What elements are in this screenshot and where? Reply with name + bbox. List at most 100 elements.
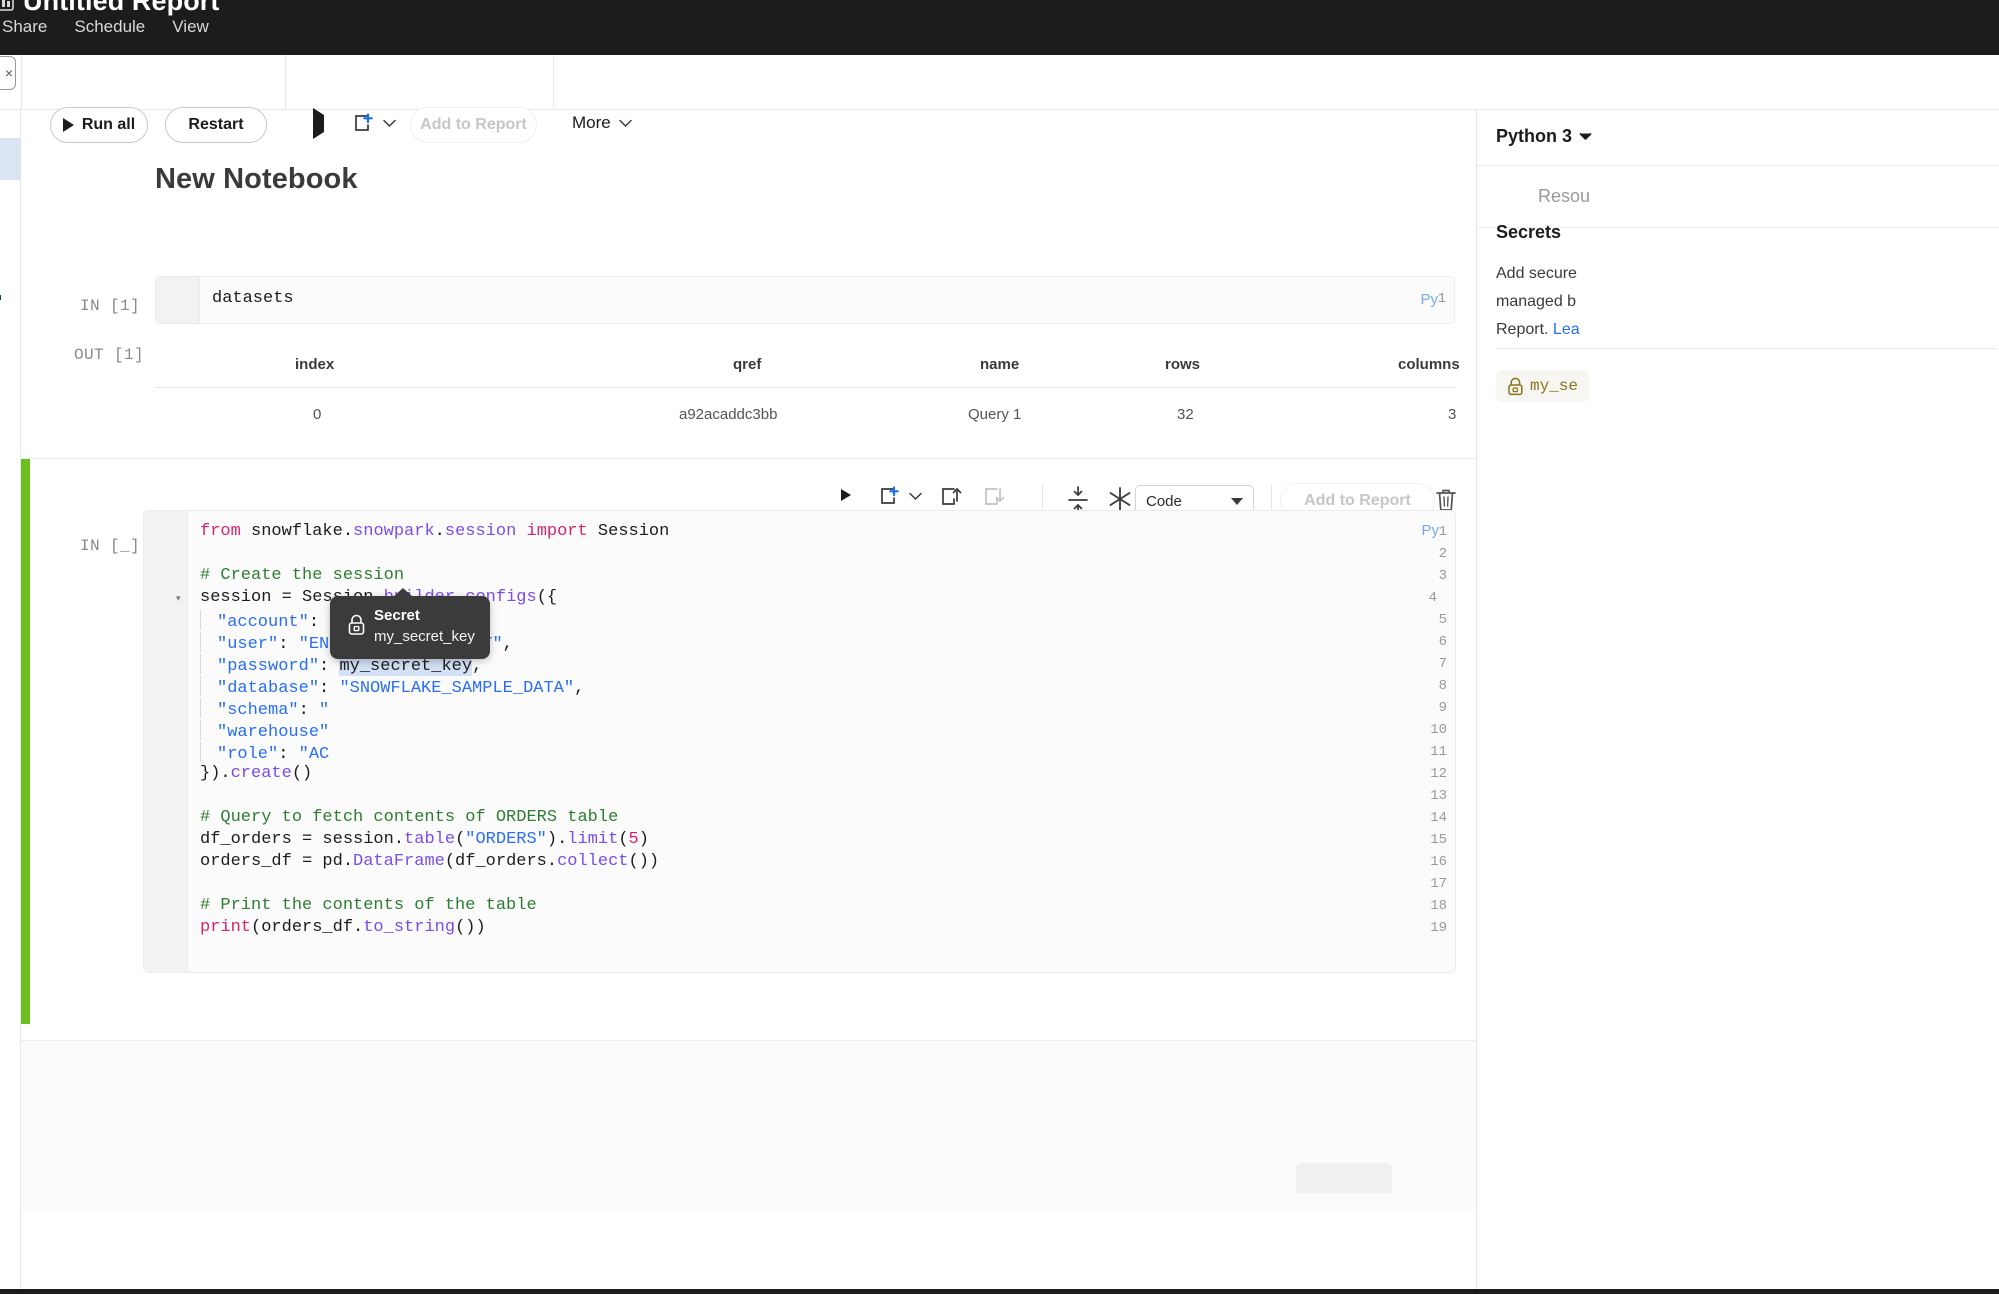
clear-output-icon bbox=[1106, 485, 1134, 513]
left-sidebar-rail bbox=[0, 110, 21, 1294]
tooltip-title: Secret bbox=[374, 607, 420, 624]
line-number: 5 bbox=[1438, 612, 1447, 628]
play-icon bbox=[841, 489, 851, 501]
code-line: from snowflake.snowpark.session import S… bbox=[200, 522, 670, 541]
tooltip-secret-name: my_secret_key bbox=[374, 628, 475, 645]
cell2-move-up-button[interactable] bbox=[939, 484, 965, 510]
table-header-columns: columns bbox=[1398, 356, 1460, 373]
learn-more-link[interactable]: Lea bbox=[1553, 321, 1580, 338]
secrets-desc-line-1: Add secure bbox=[1496, 265, 1577, 282]
sidebar-status-dot-icon bbox=[0, 295, 1, 300]
toolbar-divider-3 bbox=[553, 55, 554, 110]
table-header-rows: rows bbox=[1165, 356, 1201, 373]
table-header-index: index bbox=[295, 356, 335, 373]
cell1-gutter bbox=[156, 277, 200, 323]
cell3-tab-stub[interactable] bbox=[1296, 1163, 1392, 1193]
line-number: 7 bbox=[1438, 656, 1447, 672]
line-number: 18 bbox=[1430, 898, 1447, 914]
secrets-desc-line-2: managed b bbox=[1496, 293, 1577, 310]
cell1-out-label: OUT [1] bbox=[74, 346, 145, 364]
line-number: 6 bbox=[1438, 634, 1447, 650]
tab-resources[interactable]: Resou bbox=[1538, 186, 1590, 207]
kernel-select[interactable]: Python 3 bbox=[1496, 126, 1592, 147]
report-title: Untitled Report bbox=[23, 0, 220, 16]
run-all-button[interactable]: Run all bbox=[50, 107, 148, 143]
sidebar-toggle-button[interactable]: × bbox=[0, 56, 16, 90]
add-cell-button[interactable] bbox=[352, 111, 396, 135]
bottom-strip bbox=[0, 1289, 1999, 1294]
table-header-qref: qref bbox=[733, 356, 762, 373]
secrets-heading: Secrets bbox=[1496, 222, 1562, 242]
run-all-label: Run all bbox=[81, 116, 136, 133]
cell2-run-button[interactable] bbox=[841, 489, 851, 501]
restart-button[interactable]: Restart bbox=[165, 107, 267, 143]
cell-qref: a92acaddc3bb bbox=[679, 406, 778, 423]
fold-arrow-icon[interactable]: ▾ bbox=[176, 593, 181, 604]
cell1-language-badge: Py bbox=[1420, 291, 1438, 308]
chevron-down-icon bbox=[383, 119, 396, 128]
play-icon bbox=[313, 108, 324, 139]
line-number: 10 bbox=[1430, 722, 1447, 738]
restart-label: Restart bbox=[188, 116, 244, 133]
cell2-move-down-button[interactable] bbox=[982, 484, 1008, 510]
code-line: # Create the session bbox=[200, 566, 405, 585]
cell2-gutter bbox=[144, 511, 188, 972]
cell1-line-number: 1 bbox=[1437, 291, 1446, 307]
code-line: "database": "SNOWFLAKE_SAMPLE_DATA", bbox=[200, 676, 584, 698]
code-line: # Print the contents of the table bbox=[200, 896, 537, 915]
more-menu-button[interactable]: More bbox=[572, 113, 632, 133]
line-number: 9 bbox=[1438, 700, 1447, 716]
sidebar-selected-item[interactable] bbox=[0, 138, 21, 180]
play-icon bbox=[62, 118, 74, 132]
cell1-code-editor[interactable]: 1 datasets Py bbox=[155, 276, 1455, 324]
line-number: 8 bbox=[1438, 678, 1447, 694]
run-cell-button[interactable] bbox=[313, 108, 324, 139]
add-to-report-label: Add to Report bbox=[420, 116, 527, 133]
notebook-toolbar: × Run all Restart Add to Report More bbox=[0, 55, 1999, 143]
cell2-language-badge: Py bbox=[1421, 522, 1439, 539]
cell-type-value: Code bbox=[1146, 492, 1182, 510]
line-number: 19 bbox=[1430, 920, 1447, 936]
top-menu: Share Schedule View bbox=[2, 17, 209, 37]
code-line: }).create() bbox=[200, 764, 313, 783]
cell2-clear-output-button[interactable] bbox=[1106, 485, 1134, 513]
move-cell-down-icon bbox=[982, 484, 1008, 510]
code-line: "warehouse" bbox=[200, 720, 329, 742]
add-to-report-button[interactable]: Add to Report bbox=[410, 107, 537, 143]
notebook-cell-3-stub bbox=[21, 1040, 1476, 1210]
right-panel: Python 3 Resou Secrets Add secure manage… bbox=[1476, 110, 1999, 1294]
menu-item-view[interactable]: View bbox=[172, 17, 209, 37]
line-number: 16 bbox=[1430, 854, 1447, 870]
secret-chip-my-secret-key[interactable]: my_se bbox=[1496, 370, 1590, 402]
code-line: df_orders = session.table("ORDERS").limi… bbox=[200, 830, 649, 849]
cell-index: 0 bbox=[313, 406, 322, 423]
table-header-rule bbox=[155, 387, 1455, 388]
chevron-down-icon bbox=[909, 492, 922, 501]
notebook-cell-1: IN [1] 1 datasets Py OUT [1] index qref … bbox=[21, 110, 1476, 460]
secrets-description: Add secure managed b Report. Lea bbox=[1496, 260, 1999, 344]
secret-chip-label: my_se bbox=[1530, 377, 1579, 395]
cell-columns: 3 bbox=[1448, 406, 1457, 423]
report-logo-icon bbox=[0, 0, 14, 12]
cell2-add-cell-button[interactable] bbox=[878, 484, 922, 508]
notebook-app: Untitled Report Share Schedule View × Ru… bbox=[0, 0, 1999, 1294]
cell-rows: 32 bbox=[1177, 406, 1194, 423]
kernel-section: Python 3 bbox=[1477, 110, 1999, 166]
cell2-add-to-report-label: Add to Report bbox=[1304, 492, 1411, 509]
menu-item-schedule[interactable]: Schedule bbox=[74, 17, 145, 37]
line-number: 13 bbox=[1430, 788, 1447, 804]
cell2-code-editor[interactable]: Py 1 2 3 4 ▾ 5 6 7 8 9 10 11 12 13 14 15… bbox=[143, 510, 1456, 973]
toolbar-divider-1 bbox=[21, 55, 22, 110]
line-number: 15 bbox=[1430, 832, 1447, 848]
menu-item-share[interactable]: Share bbox=[2, 17, 47, 37]
cell1-output-table: index qref name rows columns 0 a92acaddc… bbox=[155, 345, 1460, 437]
line-number: 12 bbox=[1430, 766, 1447, 782]
code-line: "schema": " bbox=[200, 698, 329, 720]
line-number: 2 bbox=[1438, 546, 1447, 562]
top-bar: Untitled Report Share Schedule View bbox=[0, 0, 1999, 55]
cell1-in-label: IN [1] bbox=[80, 297, 141, 315]
code-line: orders_df = pd.DataFrame(df_orders.colle… bbox=[200, 852, 660, 871]
lock-icon bbox=[347, 614, 366, 636]
tooltip-arrow bbox=[393, 588, 413, 597]
chevron-down-icon bbox=[1579, 132, 1592, 141]
